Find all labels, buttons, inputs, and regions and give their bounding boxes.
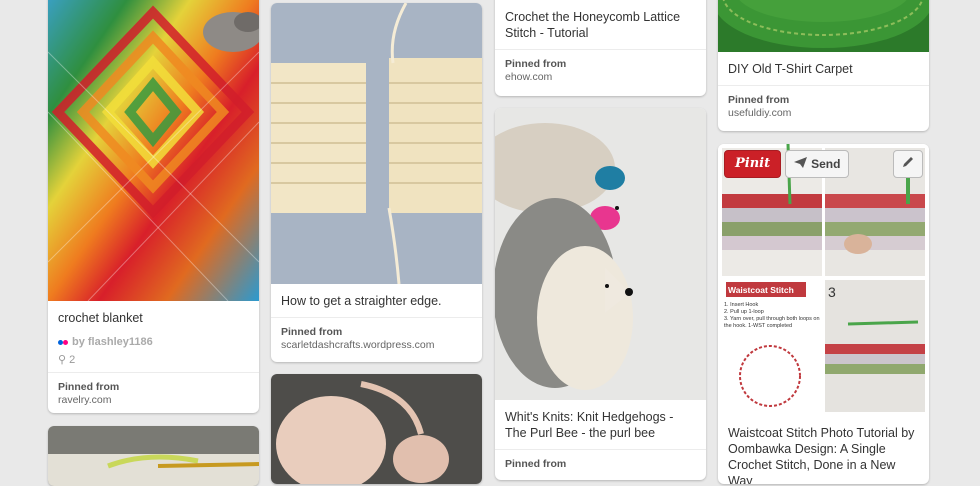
pin-description[interactable]: How to get a straighter edge.: [271, 284, 482, 317]
pin-source[interactable]: ehow.com: [505, 71, 696, 84]
repin-count: ⚲ 2: [58, 353, 249, 367]
send-button[interactable]: Send: [785, 150, 850, 178]
pin-image-crochet-hook[interactable]: [48, 426, 259, 486]
image-step: 3. Yarn over, pull through both loops on…: [724, 316, 820, 329]
pin-image-waistcoat-stitch[interactable]: Waistcoat Stitch 1. Insert Hook 2. Pull …: [718, 144, 929, 416]
image-step: 1. Insert Hook: [724, 302, 759, 308]
image-overlay-steps: 1. Insert Hook 2. Pull up 1-loop 3. Yarn…: [724, 302, 820, 330]
flickr-icon: [58, 336, 68, 348]
repin-icon: ⚲: [58, 354, 67, 366]
pin-hover-actions: Pinit Send: [724, 150, 923, 178]
pin-source[interactable]: usefuldiy.com: [728, 107, 919, 120]
pin-card-straighter-edge[interactable]: How to get a straighter edge. Pinned fro…: [271, 3, 482, 362]
pin-description[interactable]: Crochet the Honeycomb Lattice Stitch - T…: [495, 0, 706, 49]
image-step: 2. Pull up 1-loop: [724, 309, 764, 315]
repin-number: 2: [69, 353, 76, 366]
pinned-from-label: Pinned from: [505, 458, 567, 470]
send-button-label: Send: [811, 157, 841, 171]
pinned-from-label: Pinned from: [505, 58, 567, 70]
pinned-from-label: Pinned from: [281, 326, 343, 338]
edit-pin-button[interactable]: [893, 150, 923, 178]
pinned-from-section[interactable]: Pinned from ehow.com: [495, 49, 706, 94]
pin-source[interactable]: ravelry.com: [58, 394, 249, 407]
pin-card-tshirt-yarn[interactable]: [271, 374, 482, 484]
pinned-from-section[interactable]: Pinned from usefuldiy.com: [718, 85, 929, 130]
image-overlay-number: 3: [828, 284, 836, 300]
pin-image-tshirt-yarn[interactable]: [271, 374, 482, 484]
pin-description[interactable]: Waistcoat Stitch Photo Tutorial by Oomba…: [718, 416, 929, 484]
pin-card-knit-hedgehogs[interactable]: Whit's Knits: Knit Hedgehogs - The Purl …: [495, 108, 706, 480]
pinned-from-section[interactable]: Pinned from: [495, 449, 706, 480]
pinned-from-section[interactable]: Pinned from ravelry.com: [48, 372, 259, 413]
pin-image-straighter-edge[interactable]: [271, 3, 482, 284]
pinned-from-label: Pinned from: [58, 381, 120, 393]
pinned-from-section[interactable]: Pinned from scarletdashcrafts.wordpress.…: [271, 317, 482, 362]
pin-description[interactable]: crochet blanket: [48, 301, 259, 334]
pin-card-tshirt-carpet[interactable]: DIY Old T-Shirt Carpet Pinned from usefu…: [718, 0, 929, 131]
pin-source[interactable]: scarletdashcrafts.wordpress.com: [281, 339, 472, 352]
pin-card-honeycomb-lattice[interactable]: Crochet the Honeycomb Lattice Stitch - T…: [495, 0, 706, 96]
pencil-icon: [901, 155, 915, 174]
pinned-from-label: Pinned from: [728, 94, 790, 106]
pin-description[interactable]: Whit's Knits: Knit Hedgehogs - The Purl …: [495, 400, 706, 449]
pin-image-knit-hedgehogs[interactable]: [495, 108, 706, 400]
pinner-attribution[interactable]: by flashley1186: [58, 336, 249, 348]
send-icon: [794, 157, 808, 171]
image-overlay-title: Waistcoat Stitch: [728, 285, 794, 295]
pin-card-crochet-hook[interactable]: [48, 426, 259, 486]
pinit-button[interactable]: Pinit: [724, 150, 782, 178]
pin-image-tshirt-carpet[interactable]: [718, 0, 929, 52]
pin-description[interactable]: DIY Old T-Shirt Carpet: [718, 52, 929, 85]
pin-image-crochet-blanket[interactable]: [48, 0, 259, 301]
pin-card-waistcoat-stitch[interactable]: Waistcoat Stitch 1. Insert Hook 2. Pull …: [718, 144, 929, 484]
pin-card-crochet-blanket[interactable]: crochet blanket by flashley1186 ⚲ 2 Pinn…: [48, 0, 259, 413]
pinner-name[interactable]: by flashley1186: [72, 336, 153, 348]
